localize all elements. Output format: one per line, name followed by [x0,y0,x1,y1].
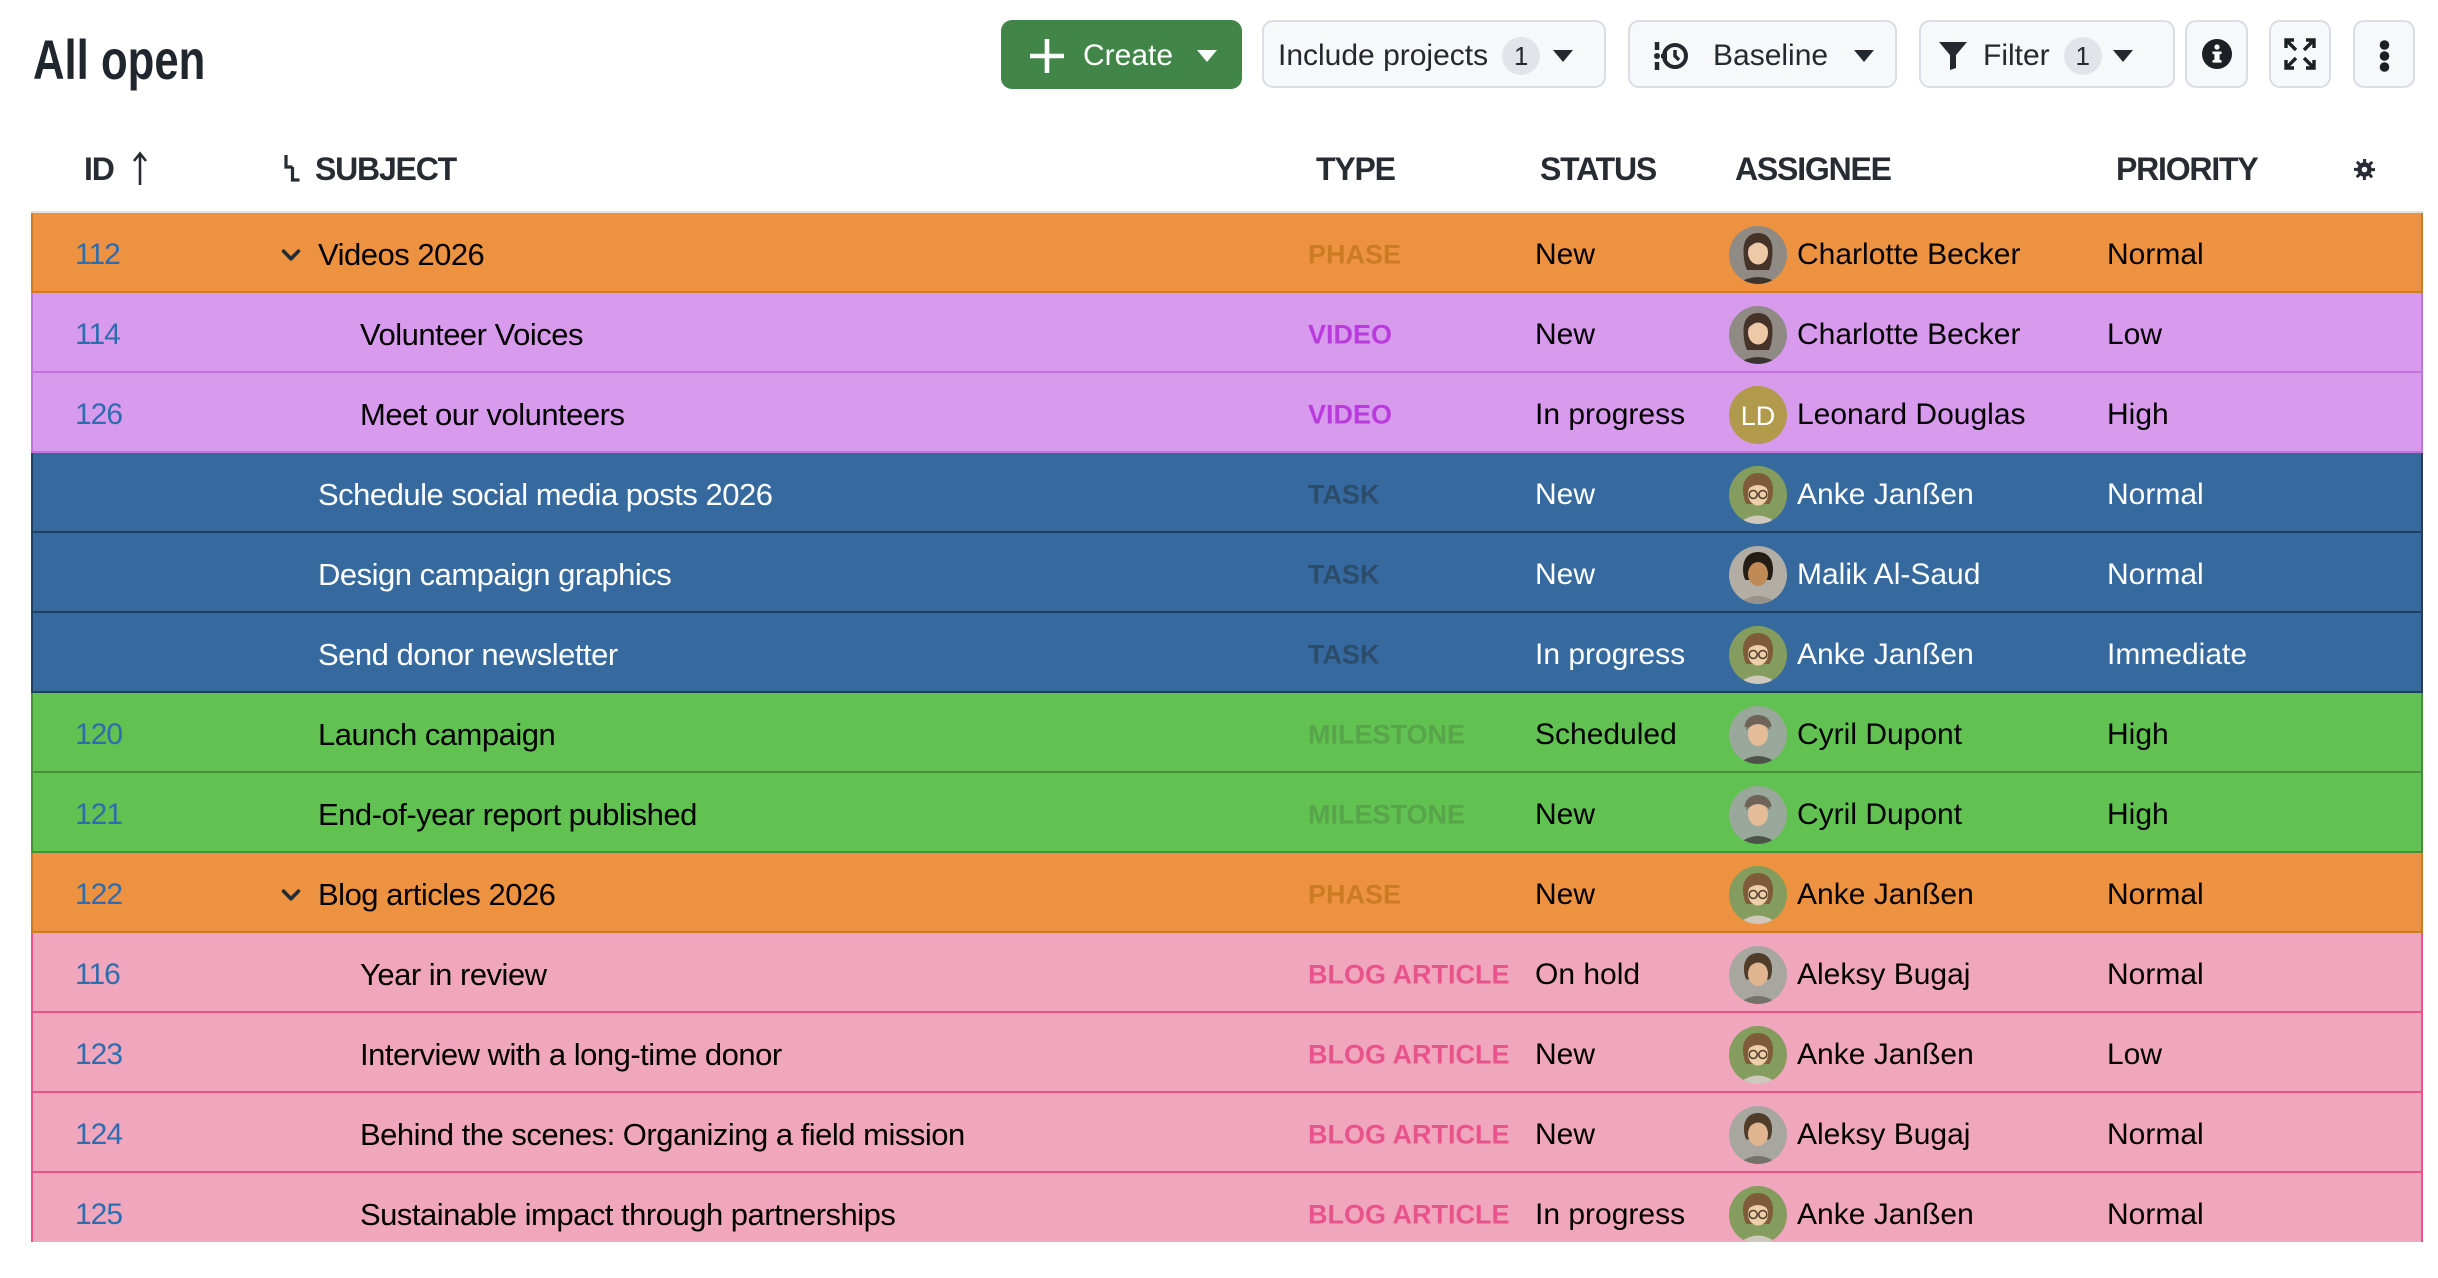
svg-text:LD: LD [1741,401,1776,431]
